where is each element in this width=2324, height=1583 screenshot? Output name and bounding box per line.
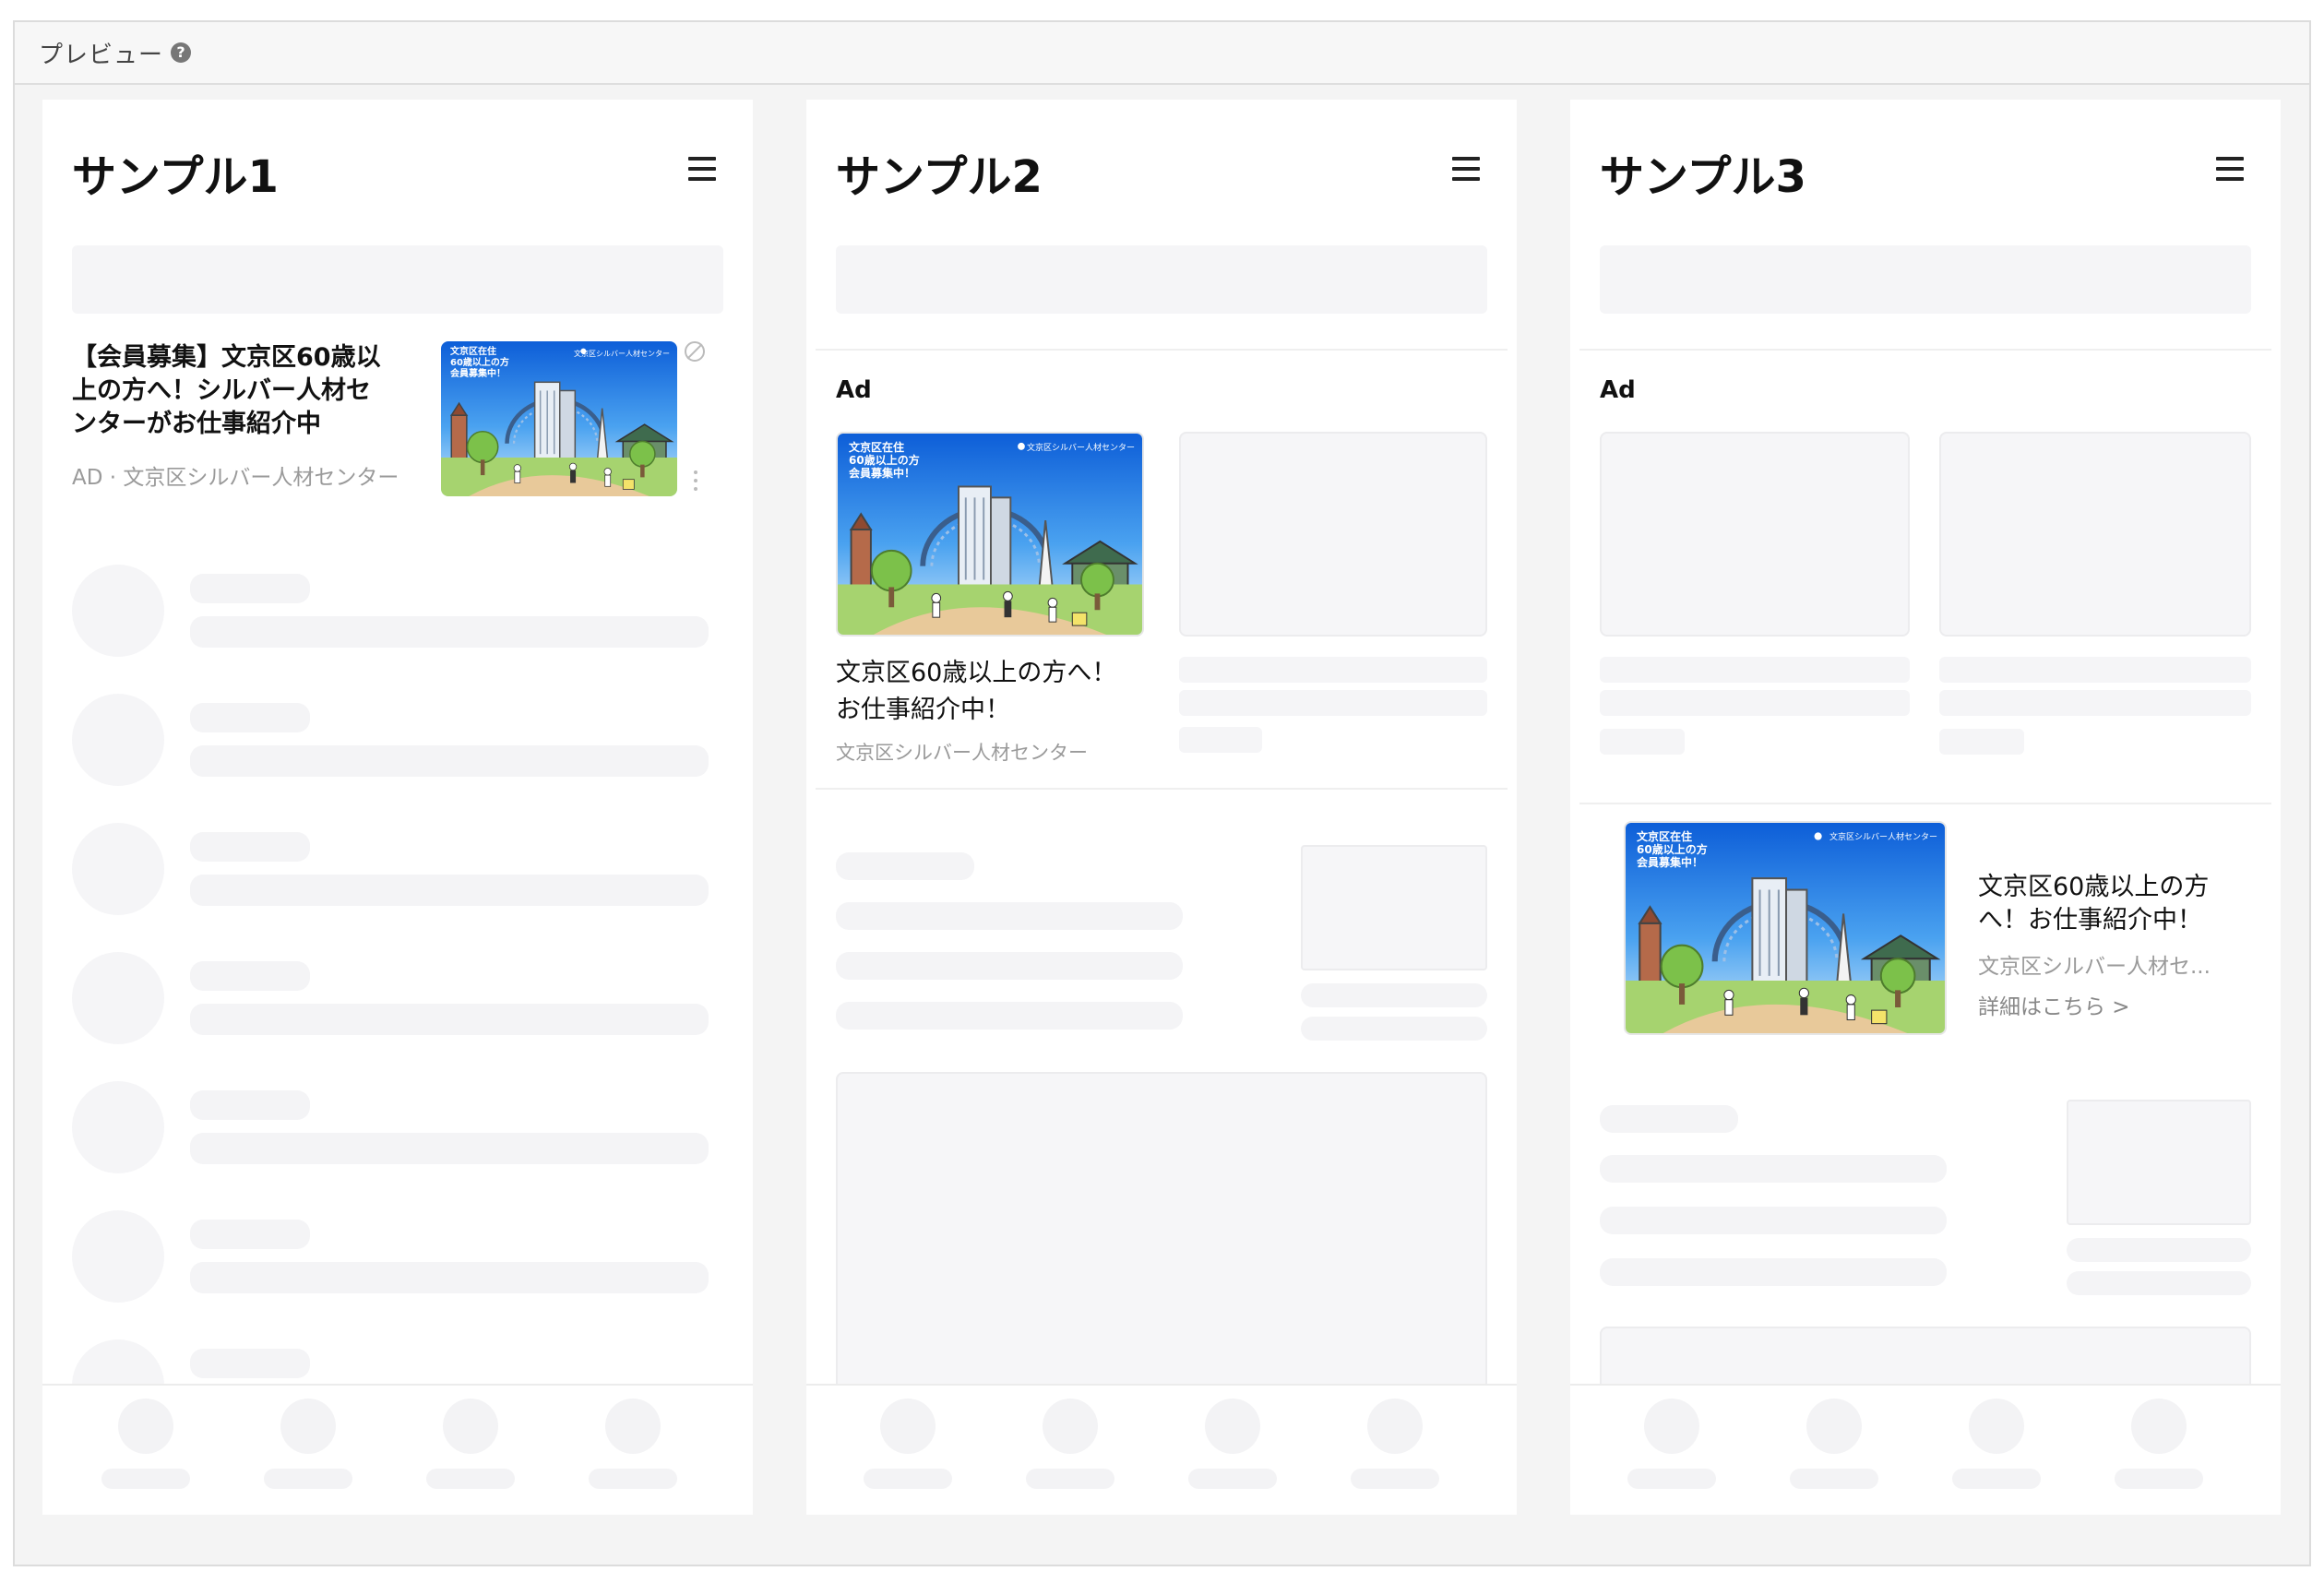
nav-item[interactable] xyxy=(1351,1399,1439,1500)
banner-headline: 60歳以上の方 xyxy=(849,454,920,467)
placeholder-line xyxy=(1179,690,1487,716)
banner-headline: 60歳以上の方 xyxy=(1637,843,1708,856)
hamburger-menu-icon[interactable] xyxy=(688,157,716,181)
nav-item[interactable] xyxy=(864,1399,952,1500)
placeholder-line xyxy=(1600,690,1910,716)
ad-title[interactable]: 文京区60歳以上の方へ！お仕事紹介中！ xyxy=(1978,871,2246,937)
banner-org: 文京区シルバー人材センター xyxy=(574,350,670,358)
placeholder-line xyxy=(836,952,1183,980)
preview-title: プレビュー xyxy=(39,41,164,69)
placeholder-line xyxy=(1600,1258,1947,1286)
nav-item[interactable] xyxy=(101,1399,190,1500)
placeholder-card xyxy=(1600,432,1910,637)
placeholder-line xyxy=(2067,1271,2251,1295)
banner-headline: 文京区在住 xyxy=(450,347,496,357)
placeholder-line xyxy=(1939,657,2251,683)
sample-panel-1: サンプル1 【会員募集】文京区60歳以上の方へ！シルバー人材センターがお仕事紹介… xyxy=(42,100,753,1515)
nav-item[interactable] xyxy=(1627,1399,1716,1500)
question-circle-icon[interactable]: ? xyxy=(171,42,192,63)
placeholder-card xyxy=(1939,432,2251,637)
nav-item[interactable] xyxy=(589,1399,677,1500)
placeholder-thumb xyxy=(1301,845,1487,970)
ad-label: Ad xyxy=(836,376,872,404)
ad-title[interactable]: 【会員募集】文京区60歳以上の方へ！シルバー人材センターがお仕事紹介中 xyxy=(72,341,395,441)
search-placeholder xyxy=(836,245,1487,314)
placeholder-line xyxy=(1179,657,1487,683)
divider xyxy=(816,788,1508,790)
placeholder-line xyxy=(836,902,1183,930)
placeholder-line xyxy=(836,1002,1183,1030)
search-placeholder xyxy=(72,245,723,314)
nav-item[interactable] xyxy=(1790,1399,1878,1500)
bottom-navigation xyxy=(806,1384,1517,1515)
placeholder-line xyxy=(1179,727,1262,753)
hamburger-menu-icon[interactable] xyxy=(1452,157,1480,181)
nav-item[interactable] xyxy=(1026,1399,1114,1500)
placeholder-line xyxy=(1939,729,2024,755)
block-ad-icon[interactable] xyxy=(685,341,705,362)
ad-image[interactable]: 文京区在住 60歳以上の方 会員募集中！ 文京区シルバー人材センター xyxy=(1624,821,1947,1035)
placeholder-line xyxy=(1600,1207,1947,1234)
panel-title: サンプル1 xyxy=(72,151,279,203)
more-options-icon[interactable] xyxy=(694,470,697,491)
details-link[interactable]: 詳細はこちら > xyxy=(1978,989,2130,1020)
placeholder-line xyxy=(1939,690,2251,716)
panel-header: サンプル3 xyxy=(1570,100,2281,238)
banner-org: 文京区シルバー人材センター xyxy=(1829,833,1937,842)
divider xyxy=(1579,349,2271,351)
ad-label: Ad xyxy=(1600,376,1636,404)
nav-item[interactable] xyxy=(264,1399,352,1500)
banner-headline: 会員募集中！ xyxy=(450,369,506,379)
banner-headline: 会員募集中！ xyxy=(849,467,916,480)
placeholder-line xyxy=(2067,1238,2251,1262)
placeholder-card xyxy=(1179,432,1487,637)
search-placeholder xyxy=(1600,245,2251,314)
hamburger-menu-icon[interactable] xyxy=(2216,157,2244,181)
ad-source: 文京区シルバー人材セ... xyxy=(1978,955,2211,979)
banner-headline: 60歳以上の方 xyxy=(450,358,509,368)
nav-item[interactable] xyxy=(2115,1399,2203,1500)
divider xyxy=(1579,803,2271,804)
nav-item[interactable] xyxy=(1952,1399,2041,1500)
panel-header: サンプル2 xyxy=(806,100,1517,238)
banner-headline: 文京区在住 xyxy=(849,441,905,454)
ad-source: AD · 文京区シルバー人材センター xyxy=(72,466,399,490)
preview-header: プレビュー ? xyxy=(15,22,2309,85)
ad-image[interactable]: 文京区在住 60歳以上の方 会員募集中！ 文京区シルバー人材センター xyxy=(836,432,1144,637)
placeholder-line xyxy=(1600,1155,1947,1183)
placeholder-line xyxy=(1600,657,1910,683)
banner-org: 文京区シルバー人材センター xyxy=(1026,444,1135,453)
placeholder-line xyxy=(1600,1105,1738,1133)
banner-headline: 会員募集中！ xyxy=(1637,856,1704,869)
placeholder-line xyxy=(1301,1017,1487,1041)
ad-image[interactable]: 文京区在住 60歳以上の方 会員募集中！ 文京区シルバー人材センター xyxy=(441,341,677,496)
divider xyxy=(816,349,1508,351)
placeholder-line xyxy=(836,852,974,880)
bottom-navigation xyxy=(1570,1384,2281,1515)
panel-title: サンプル2 xyxy=(836,151,1043,203)
bottom-navigation xyxy=(42,1384,753,1515)
ad-title[interactable]: 文京区60歳以上の方へ！お仕事紹介中！ xyxy=(836,655,1140,729)
placeholder-line xyxy=(1600,729,1685,755)
panel-title: サンプル3 xyxy=(1600,151,1806,203)
banner-headline: 文京区在住 xyxy=(1637,830,1693,843)
nav-item[interactable] xyxy=(426,1399,515,1500)
placeholder-line xyxy=(1301,983,1487,1007)
sample-panel-3: サンプル3 Ad 文京区在住 60歳以上の方 会員募集中！ 文京区シルバー人材セ… xyxy=(1570,100,2281,1515)
sample-panel-2: サンプル2 Ad 文京区在住 60歳以上の方 会員募集中！ 文京区シルバー人材セ… xyxy=(806,100,1517,1515)
ad-source: 文京区シルバー人材センター xyxy=(836,742,1088,764)
panel-header: サンプル1 xyxy=(42,100,753,238)
nav-item[interactable] xyxy=(1188,1399,1277,1500)
placeholder-thumb xyxy=(2067,1100,2251,1225)
